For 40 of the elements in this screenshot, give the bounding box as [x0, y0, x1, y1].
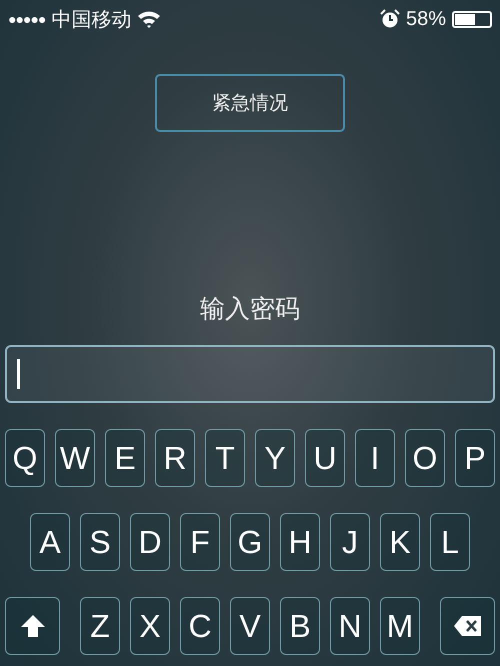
- carrier-name: 中国移动: [51, 8, 132, 32]
- letter-key[interactable]: Z: [80, 597, 120, 655]
- passcode-field[interactable]: [5, 345, 495, 403]
- letter-key[interactable]: L: [430, 513, 470, 571]
- letter-key[interactable]: A: [30, 513, 70, 571]
- letter-key[interactable]: P: [455, 429, 495, 487]
- letter-key[interactable]: G: [230, 513, 270, 571]
- letter-key[interactable]: M: [380, 597, 420, 655]
- letter-key[interactable]: K: [380, 513, 420, 571]
- letter-key[interactable]: V: [230, 597, 270, 655]
- letter-key[interactable]: R: [155, 429, 195, 487]
- letter-key[interactable]: F: [180, 513, 220, 571]
- letter-key[interactable]: D: [130, 513, 170, 571]
- letter-key[interactable]: Y: [255, 429, 295, 487]
- letter-key[interactable]: I: [355, 429, 395, 487]
- letter-key[interactable]: J: [330, 513, 370, 571]
- battery-icon: [452, 10, 492, 28]
- letter-key[interactable]: Q: [5, 429, 45, 487]
- signal-dots: ●●●●●: [8, 11, 46, 27]
- letter-key[interactable]: C: [180, 597, 220, 655]
- text-cursor: [17, 359, 20, 389]
- passcode-prompt: 输入密码: [200, 294, 300, 325]
- emergency-button[interactable]: 紧急情况: [155, 74, 345, 132]
- letter-key[interactable]: N: [330, 597, 370, 655]
- letter-key[interactable]: T: [205, 429, 245, 487]
- letter-key[interactable]: U: [305, 429, 345, 487]
- letter-key[interactable]: B: [280, 597, 320, 655]
- letter-key[interactable]: H: [280, 513, 320, 571]
- delete-key[interactable]: [440, 597, 495, 655]
- letter-key[interactable]: W: [55, 429, 95, 487]
- shift-key[interactable]: [5, 597, 60, 655]
- letter-key[interactable]: O: [405, 429, 445, 487]
- letter-key[interactable]: X: [130, 597, 170, 655]
- letter-key[interactable]: E: [105, 429, 145, 487]
- backspace-icon: [452, 615, 482, 637]
- shift-arrow-icon: [20, 614, 46, 638]
- wifi-icon: [137, 10, 162, 28]
- battery-percent: 58%: [406, 8, 446, 30]
- letter-key[interactable]: S: [80, 513, 120, 571]
- alarm-clock-icon: [380, 9, 400, 29]
